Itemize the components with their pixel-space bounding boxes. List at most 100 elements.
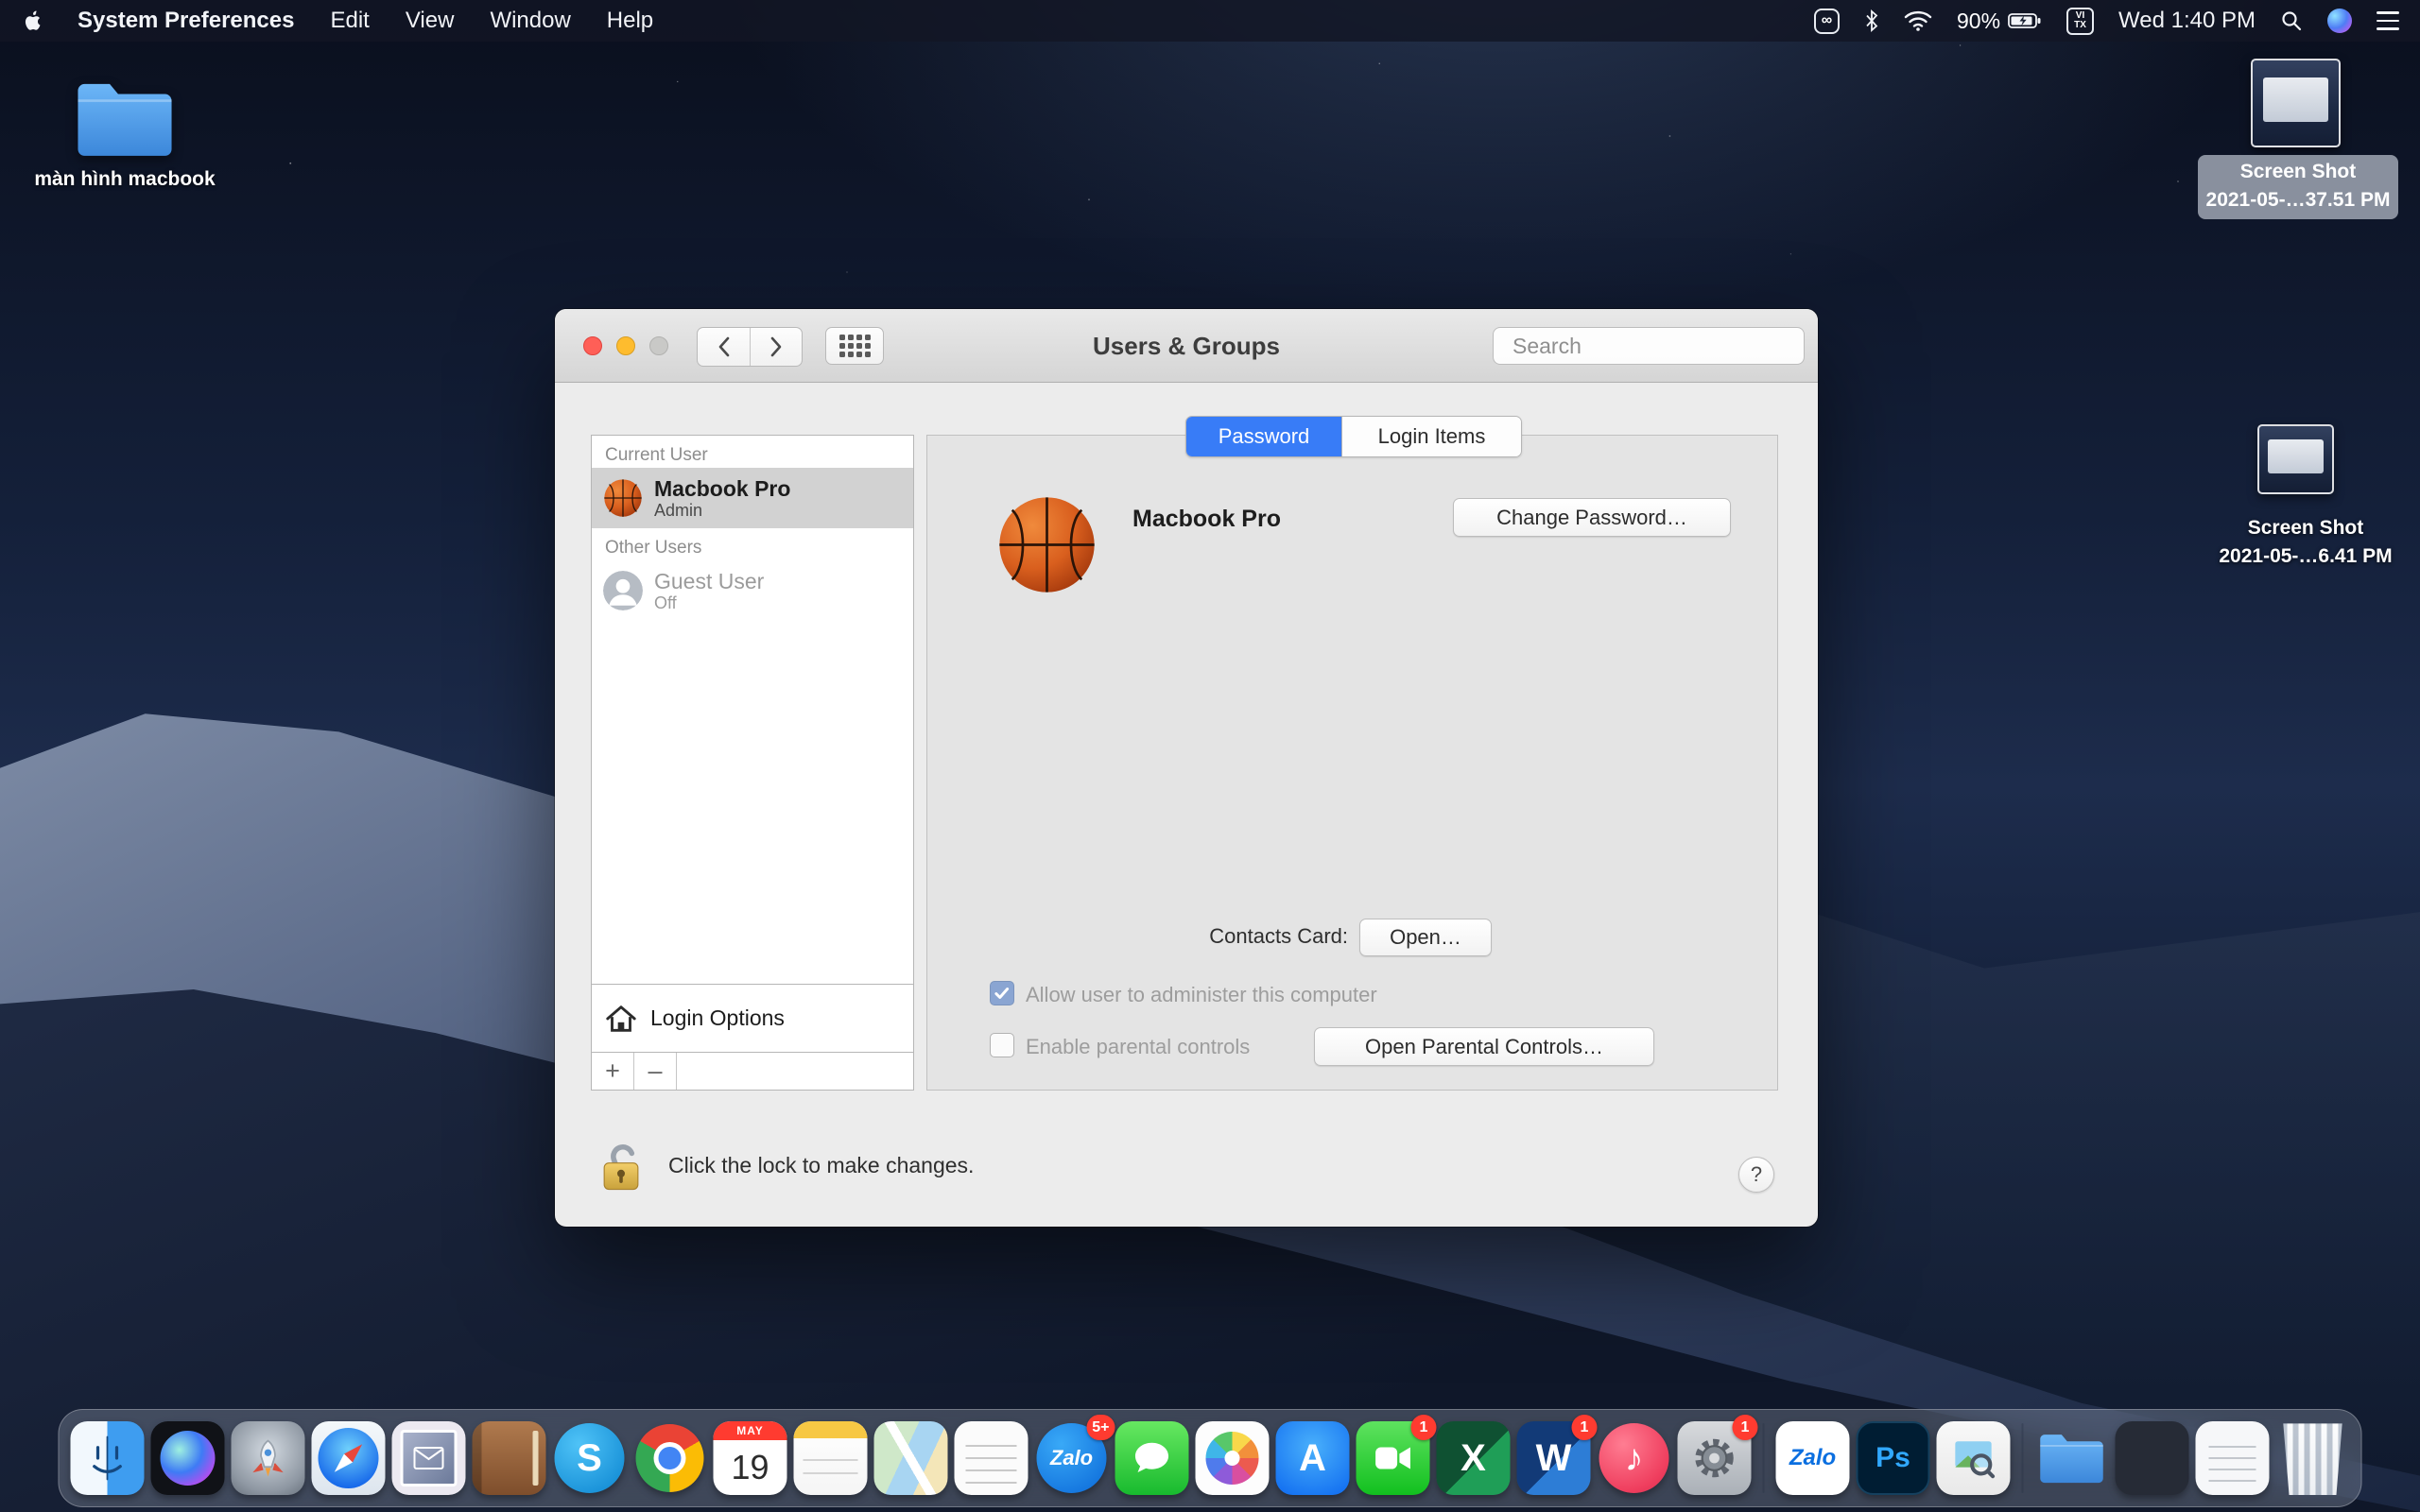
dock-downloads[interactable] (2035, 1421, 2109, 1495)
notification-badge: 1 (1732, 1415, 1758, 1440)
menu-view[interactable]: View (406, 8, 455, 34)
calendar-day: 19 (731, 1448, 769, 1486)
dock-chrome[interactable] (633, 1421, 707, 1495)
admin-checkbox[interactable] (990, 981, 1014, 1005)
notification-center-icon[interactable] (2377, 11, 2399, 30)
menu-help[interactable]: Help (607, 8, 653, 34)
current-user-header: Current User (605, 445, 708, 465)
dock-excel[interactable]: X (1436, 1421, 1511, 1495)
current-user-row[interactable]: Macbook Pro Admin (592, 468, 913, 528)
dock-trash[interactable] (2276, 1421, 2350, 1495)
dock-messages[interactable] (1115, 1421, 1189, 1495)
dock-music[interactable]: ♪ (1598, 1421, 1671, 1495)
menu-clock[interactable]: Wed 1:40 PM (2118, 8, 2256, 34)
notes-icon (793, 1421, 868, 1495)
menu-app-name[interactable]: System Preferences (78, 8, 294, 34)
siri-orb-icon (160, 1431, 216, 1486)
desktop-folder-icon[interactable] (71, 76, 179, 163)
dock-launchpad[interactable] (231, 1421, 305, 1495)
dock-textedit[interactable] (954, 1421, 1028, 1495)
open-parental-controls-button[interactable]: Open Parental Controls… (1314, 1027, 1654, 1066)
screenshot-file-2-label: Screen Shot 2021-05-…6.41 PM (2219, 517, 2393, 567)
screenshot-file-1-label: Screen Shot 2021-05-…37.51 PM (2198, 155, 2398, 219)
dock-calendar[interactable]: MAY 19 (713, 1421, 787, 1495)
change-password-button[interactable]: Change Password… (1453, 498, 1731, 537)
forward-button[interactable] (750, 328, 802, 366)
dock-safari[interactable] (311, 1421, 386, 1495)
desktop-screen: { "colors": { "accent_blue": "#387cf7", … (0, 0, 2420, 1512)
lock-icon[interactable] (598, 1139, 644, 1194)
close-button[interactable] (583, 336, 602, 355)
other-users-header: Other Users (605, 538, 702, 558)
battery-status[interactable]: 90% (1957, 9, 2042, 34)
add-user-button[interactable]: + (592, 1053, 634, 1090)
zoom-button[interactable] (649, 336, 668, 355)
tab-password[interactable]: Password (1186, 417, 1341, 456)
finder-face-icon (93, 1435, 122, 1481)
dock-zalo[interactable]: Zalo 5+ (1035, 1415, 1115, 1495)
rocket-icon (252, 1439, 284, 1477)
dock-system-preferences[interactable]: 1 (1677, 1415, 1758, 1495)
add-remove-bar: + – (592, 1052, 913, 1090)
search-field[interactable] (1493, 327, 1805, 365)
dock-documents-folder[interactable] (2195, 1421, 2270, 1495)
screenshot-file-1[interactable] (2251, 59, 2341, 147)
search-input[interactable] (1512, 333, 1792, 359)
notification-badge: 5+ (1086, 1415, 1115, 1440)
dock-siri[interactable] (150, 1421, 225, 1495)
document-icon (954, 1421, 1028, 1495)
screenshot-file-2[interactable] (2257, 424, 2334, 494)
dock-apps-folder[interactable] (2115, 1421, 2189, 1495)
login-options-row[interactable]: Login Options (592, 984, 913, 1052)
dock-notes[interactable] (793, 1421, 868, 1495)
dock-facetime[interactable]: 1 (1356, 1415, 1437, 1495)
minimize-button[interactable] (616, 336, 635, 355)
siri-menu-icon[interactable] (2327, 9, 2352, 33)
title-bar[interactable]: Users & Groups (555, 309, 1818, 383)
back-button[interactable] (698, 328, 750, 366)
login-options-label: Login Options (650, 1005, 785, 1030)
dock-preview[interactable] (1936, 1421, 2011, 1495)
help-button[interactable]: ? (1738, 1157, 1774, 1193)
notification-badge: 1 (1571, 1415, 1598, 1440)
tab-login-items[interactable]: Login Items (1341, 417, 1521, 456)
admin-checkbox-label: Allow user to administer this computer (1026, 983, 1377, 1006)
battery-percent: 90% (1956, 8, 2001, 33)
dock-app-store[interactable]: A (1275, 1421, 1350, 1495)
user-avatar-basketball-large-icon[interactable] (996, 494, 1098, 595)
dock-finder[interactable] (70, 1421, 145, 1495)
user-list-sidebar: Current User Macbook Pro Admin Other Use… (591, 435, 914, 1091)
grid-icon (838, 335, 871, 357)
creative-cloud-icon[interactable]: ∞ (1813, 8, 1840, 34)
menu-window[interactable]: Window (490, 8, 570, 34)
spotlight-icon[interactable] (2280, 9, 2303, 32)
dock-maps[interactable] (873, 1421, 948, 1495)
bluetooth-icon[interactable] (1864, 9, 1879, 33)
contacts-card-open-button[interactable]: Open… (1359, 919, 1492, 956)
check-icon (994, 988, 1010, 999)
trash-icon (2283, 1423, 2342, 1495)
notification-badge: 1 (1410, 1415, 1437, 1440)
dock-skype[interactable]: S (553, 1421, 627, 1495)
parental-controls-checkbox[interactable] (990, 1033, 1014, 1057)
apple-menu-icon[interactable] (21, 9, 42, 33)
dock-photoshop[interactable]: Ps (1856, 1421, 1930, 1495)
chrome-icon (635, 1424, 704, 1492)
dock-divider (1762, 1423, 1765, 1493)
dock-zalo-app[interactable]: Zalo (1775, 1421, 1850, 1495)
dock-contacts[interactable] (472, 1421, 546, 1495)
dock-word[interactable]: W 1 (1516, 1415, 1598, 1495)
remove-user-button[interactable]: – (634, 1053, 677, 1090)
current-user-role: Admin (654, 500, 703, 520)
window-controls (583, 336, 668, 355)
dock-photos[interactable] (1195, 1421, 1270, 1495)
guest-user-row[interactable]: Guest User Off (592, 560, 913, 621)
chevron-left-icon (718, 336, 729, 357)
menu-edit[interactable]: Edit (330, 8, 369, 34)
input-source-icon[interactable]: VI TX (2066, 7, 2095, 35)
show-all-button[interactable] (825, 327, 884, 365)
calendar-month: MAY (713, 1421, 787, 1440)
wifi-icon[interactable] (1904, 9, 1932, 32)
dock-mail[interactable] (391, 1421, 466, 1495)
dock-divider (2021, 1423, 2024, 1493)
